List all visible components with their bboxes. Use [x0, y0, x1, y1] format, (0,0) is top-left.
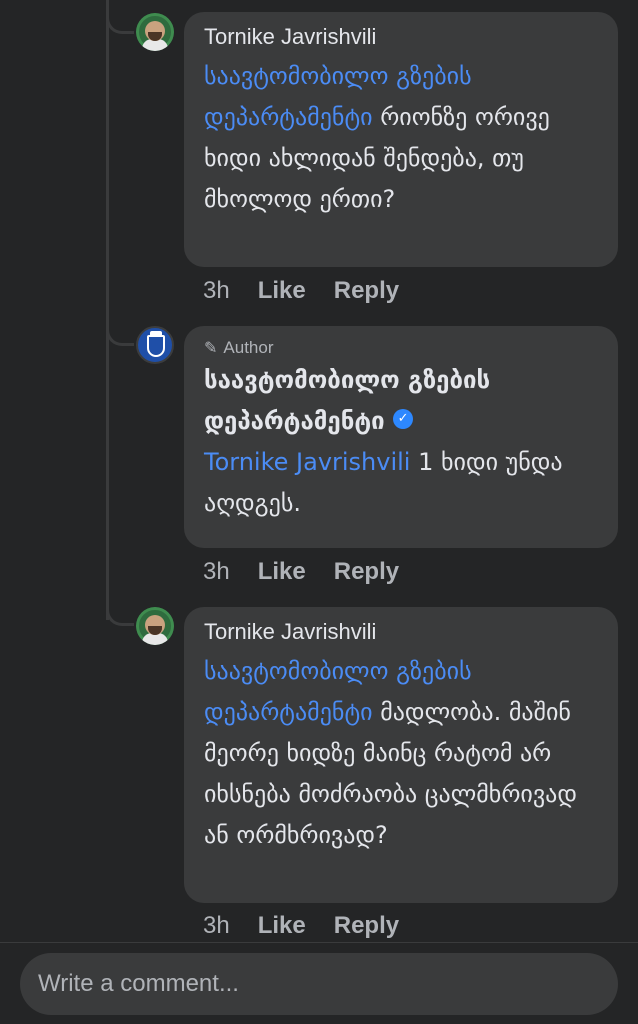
thread-connector: [106, 602, 134, 626]
mention-link[interactable]: Tornike Javrishvili: [204, 448, 410, 476]
avatar[interactable]: [136, 607, 174, 645]
verified-icon: ✓: [393, 409, 414, 429]
comment-text: საავტომობილო გზების დეპარტამენტი მადლობა…: [204, 651, 598, 856]
comment-actions: 3h Like Reply: [203, 558, 399, 586]
avatar[interactable]: [136, 13, 174, 51]
like-button[interactable]: Like: [258, 912, 306, 940]
comment-actions: 3h Like Reply: [203, 912, 399, 940]
comment-author[interactable]: Tornike Javrishvili: [204, 24, 598, 50]
like-button[interactable]: Like: [258, 558, 306, 586]
comment-author[interactable]: Tornike Javrishvili: [204, 619, 598, 645]
avatar[interactable]: [136, 326, 174, 364]
comment-composer: [0, 942, 638, 1024]
comment-input[interactable]: [20, 953, 618, 1015]
pencil-icon: ✎: [204, 340, 218, 357]
comment-timestamp[interactable]: 3h: [203, 277, 230, 305]
comment-timestamp[interactable]: 3h: [203, 912, 230, 940]
comment-text: Tornike Javrishvili 1 ხიდი უნდა აღდგეს.: [204, 442, 598, 524]
author-badge-label: Author: [223, 338, 274, 357]
reply-button[interactable]: Reply: [334, 277, 399, 305]
like-button[interactable]: Like: [258, 277, 306, 305]
comment-bubble: Tornike Javrishvili საავტომობილო გზების …: [184, 607, 618, 903]
comment-author[interactable]: საავტომობილო გზების დეპარტამენტი ✓: [204, 360, 598, 442]
comment-bubble: Tornike Javrishvili საავტომობილო გზების …: [184, 12, 618, 267]
comment-actions: 3h Like Reply: [203, 277, 399, 305]
comment-bubble: ✎ Author საავტომობილო გზების დეპარტამენტ…: [184, 326, 618, 548]
author-badge: ✎ Author: [204, 338, 598, 358]
reply-button[interactable]: Reply: [334, 912, 399, 940]
comment-text: საავტომობილო გზების დეპარტამენტი რიონზე …: [204, 56, 598, 220]
thread-line: [106, 0, 109, 620]
reply-button[interactable]: Reply: [334, 558, 399, 586]
thread-connector: [106, 10, 134, 34]
comment-timestamp[interactable]: 3h: [203, 558, 230, 586]
thread-connector: [106, 322, 134, 346]
comment-author-name[interactable]: საავტომობილო გზების დეპარტამენტი: [204, 366, 490, 435]
